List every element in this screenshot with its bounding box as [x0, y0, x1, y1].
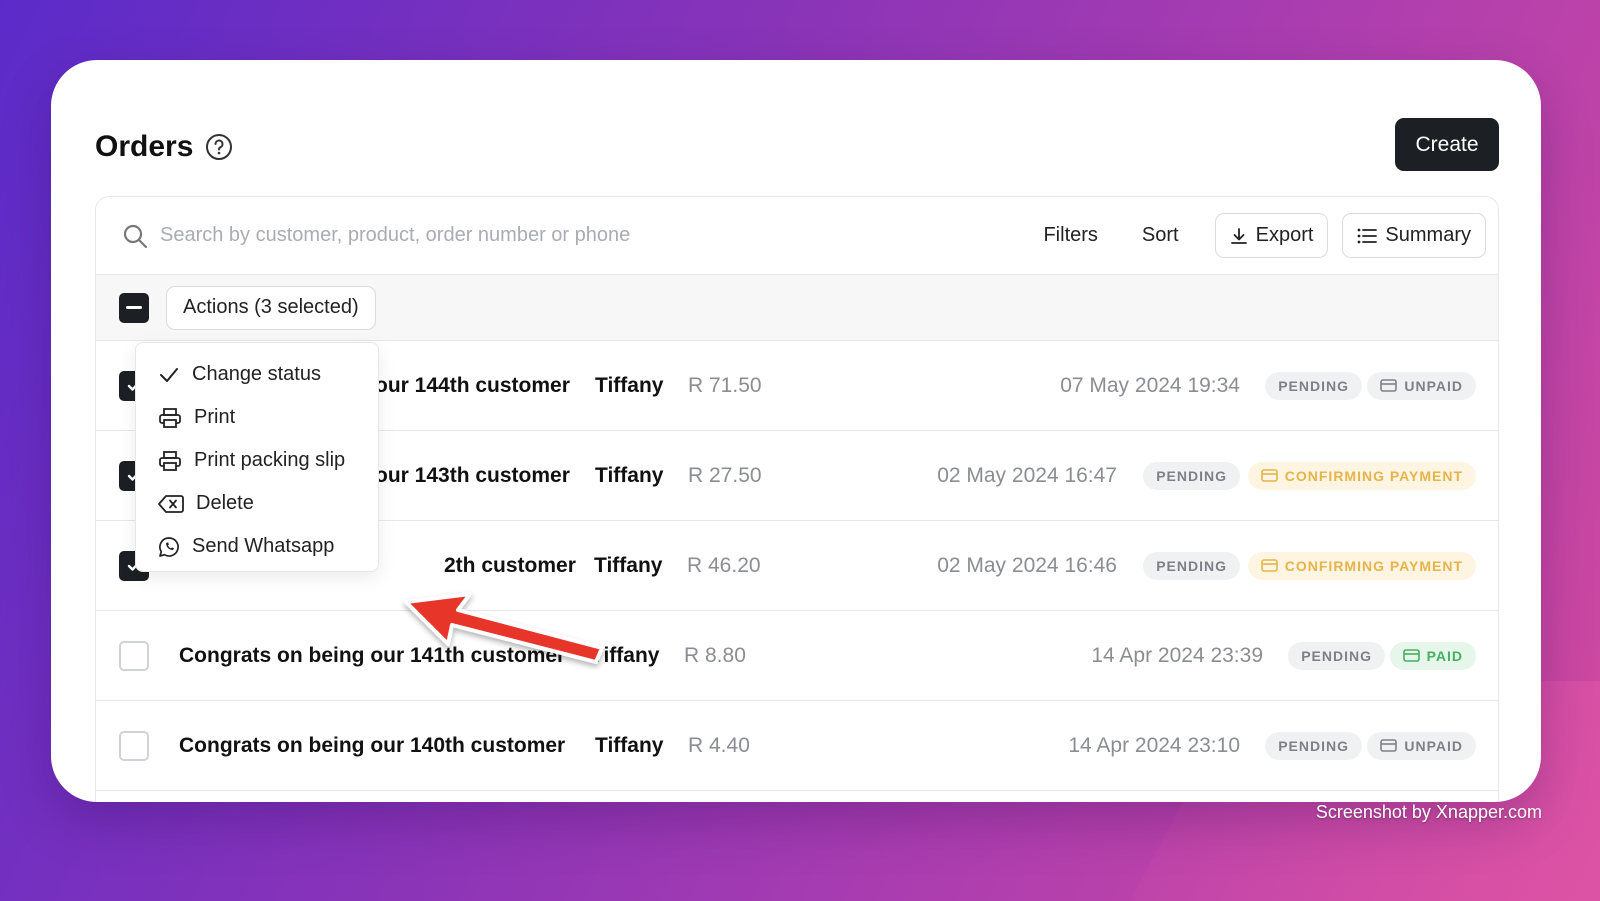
status-badge: PENDING — [1265, 731, 1362, 760]
order-customer: Tiffany — [595, 373, 664, 397]
status-badge: PENDING — [1265, 371, 1362, 400]
order-date: 02 May 2024 16:46 — [937, 553, 1117, 577]
menu-item-send-whatsapp[interactable]: Send Whatsapp — [136, 525, 378, 568]
order-date: 07 May 2024 19:34 — [1060, 373, 1240, 397]
payment-badge: UNPAID — [1367, 371, 1476, 400]
menu-item-print[interactable]: Print — [136, 396, 378, 439]
order-amount: R 27.50 — [688, 463, 762, 487]
payment-badge: UNPAID — [1367, 731, 1476, 760]
watermark: Screenshot by Xnapper.com — [1315, 802, 1542, 822]
menu-item-change-status[interactable]: Change status — [136, 353, 378, 396]
order-amount: R 4.40 — [688, 733, 750, 757]
sort-button[interactable]: Sort — [1120, 224, 1201, 247]
printer-icon — [159, 450, 181, 471]
card-icon — [1380, 379, 1398, 392]
status-badge: PENDING — [1143, 551, 1240, 580]
toolbar: Filters Sort Export Summary — [96, 197, 1498, 275]
bulk-actions-row: Actions (3 selected) — [96, 275, 1498, 341]
delete-icon — [158, 494, 184, 513]
search-icon — [123, 224, 148, 248]
summary-label: Summary — [1385, 224, 1471, 246]
card-icon — [1380, 739, 1398, 752]
order-title[interactable]: our 144th customer — [375, 374, 570, 398]
summary-button[interactable]: Summary — [1342, 213, 1486, 258]
order-amount: R 71.50 — [688, 373, 762, 397]
payment-badge: CONFIRMING PAYMENT — [1247, 461, 1476, 490]
minus-icon — [126, 306, 142, 309]
help-icon[interactable] — [205, 133, 233, 161]
bulk-actions-button[interactable]: Actions (3 selected) — [166, 285, 376, 330]
order-customer: Tiffany — [595, 463, 664, 487]
order-title[interactable]: Congrats on being our 140th customer — [179, 734, 565, 758]
menu-item-print-packing-slip[interactable]: Print packing slip — [136, 439, 378, 482]
printer-icon — [159, 407, 181, 428]
annotation-arrow — [404, 592, 604, 664]
list-icon — [1358, 228, 1378, 243]
order-title[interactable]: our 143th customer — [375, 464, 570, 488]
create-button[interactable]: Create — [1395, 118, 1499, 171]
status-badge: PENDING — [1143, 461, 1240, 490]
order-date: 14 Apr 2024 23:39 — [1091, 643, 1263, 667]
export-button[interactable]: Export — [1214, 213, 1329, 258]
whatsapp-icon — [159, 536, 179, 557]
actions-dropdown-menu: Change status Print Print packing slip D… — [135, 342, 379, 572]
page-title: Orders — [95, 130, 194, 163]
payment-badge: PAID — [1389, 641, 1476, 670]
card-icon — [1260, 559, 1278, 572]
check-icon — [160, 367, 178, 382]
status-badge: PENDING — [1288, 641, 1385, 670]
order-customer: Tiffany — [594, 553, 663, 577]
select-all-checkbox[interactable] — [119, 292, 149, 323]
order-amount: R 8.80 — [684, 643, 746, 667]
table-row[interactable]: Congrats on being our 140th customer Tif… — [96, 701, 1498, 791]
download-icon — [1230, 227, 1247, 244]
filters-button[interactable]: Filters — [1021, 224, 1119, 247]
order-title[interactable]: 2th customer — [444, 554, 576, 578]
orders-card: Orders Create Filters Sort Export Summar… — [51, 60, 1541, 802]
order-date: 02 May 2024 16:47 — [937, 463, 1117, 487]
card-icon — [1402, 649, 1420, 662]
export-label: Export — [1255, 224, 1314, 246]
menu-item-delete[interactable]: Delete — [136, 482, 378, 525]
search-input[interactable] — [160, 224, 1022, 247]
row-checkbox[interactable] — [119, 730, 149, 761]
order-customer: Tiffany — [595, 733, 664, 757]
card-icon — [1260, 469, 1278, 482]
header: Orders — [95, 130, 233, 164]
table-row[interactable]: Congrats on being our 141th customer Tif… — [96, 611, 1498, 701]
order-amount: R 46.20 — [687, 553, 761, 577]
payment-badge: CONFIRMING PAYMENT — [1247, 551, 1476, 580]
order-date: 14 Apr 2024 23:10 — [1068, 733, 1240, 757]
row-checkbox[interactable] — [119, 640, 149, 671]
